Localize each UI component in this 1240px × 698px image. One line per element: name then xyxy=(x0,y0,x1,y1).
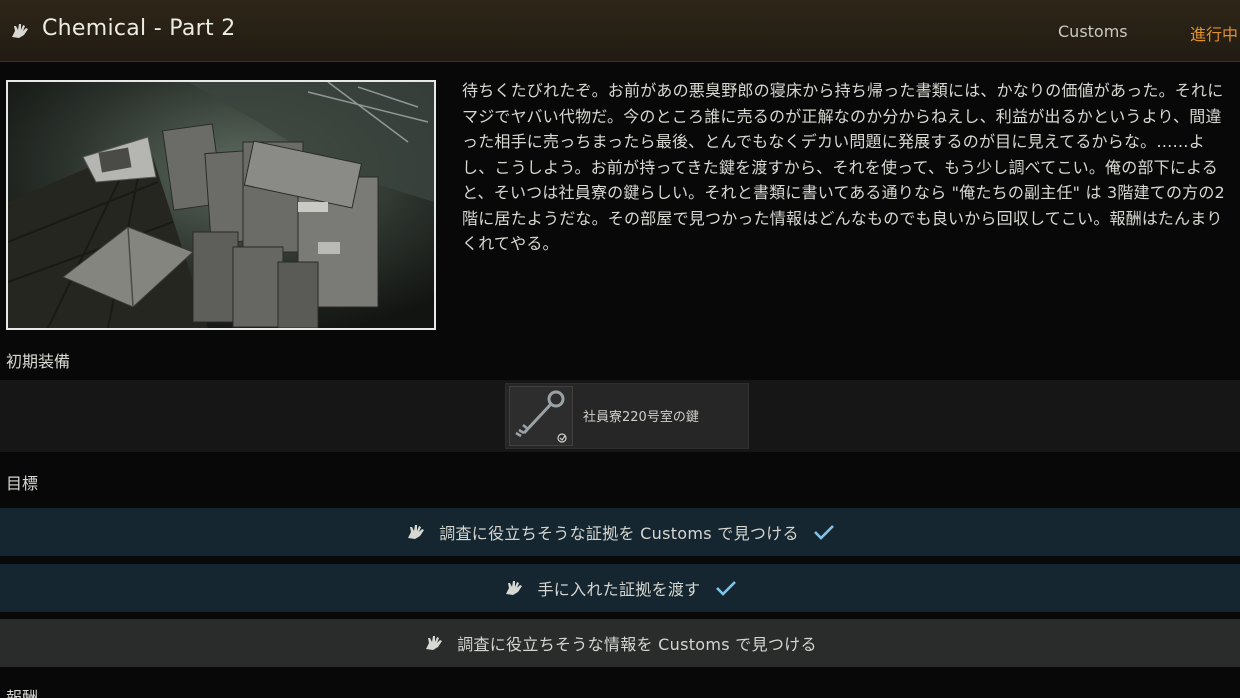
objective-text: 調査に役立ちそうな情報を Customs で見つける xyxy=(457,635,817,654)
quest-status-badge: 進行中 xyxy=(1190,25,1239,44)
objective-text: 調査に役立ちそうな証拠を Customs で見つける xyxy=(439,524,799,543)
quest-image xyxy=(6,80,436,330)
quest-image-illustration xyxy=(8,82,434,328)
objective-row: 調査に役立ちそうな証拠を Customs で見つける xyxy=(0,508,1240,556)
quest-hand-icon xyxy=(408,525,425,539)
objective-row: 調査に役立ちそうな情報を Customs で見つける xyxy=(0,619,1240,667)
checkmark-icon xyxy=(715,581,736,596)
quest-location: Customs xyxy=(1058,22,1128,41)
equipment-item-name: 社員寮220号室の鍵 xyxy=(583,410,699,425)
quest-header: Chemical - Part 2 Customs 進行中 xyxy=(0,0,1240,62)
rewards-label: 報酬 xyxy=(6,688,39,698)
objectives-label: 目標 xyxy=(6,474,39,493)
quest-hand-icon xyxy=(506,581,523,595)
quest-hand-icon xyxy=(12,24,28,38)
checkmark-icon xyxy=(813,525,834,540)
objective-text: 手に入れた証拠を渡す xyxy=(537,580,701,599)
quest-hand-icon xyxy=(426,636,443,650)
quest-description: 待ちくたびれたぞ。お前があの悪臭野郎の寝床から持ち帰った書類には、かなりの価値が… xyxy=(462,81,1225,253)
initial-equipment-label: 初期装備 xyxy=(6,352,71,371)
quest-title: Chemical - Part 2 xyxy=(42,16,236,41)
objective-row: 手に入れた証拠を渡す xyxy=(0,564,1240,612)
key-icon xyxy=(509,386,573,446)
